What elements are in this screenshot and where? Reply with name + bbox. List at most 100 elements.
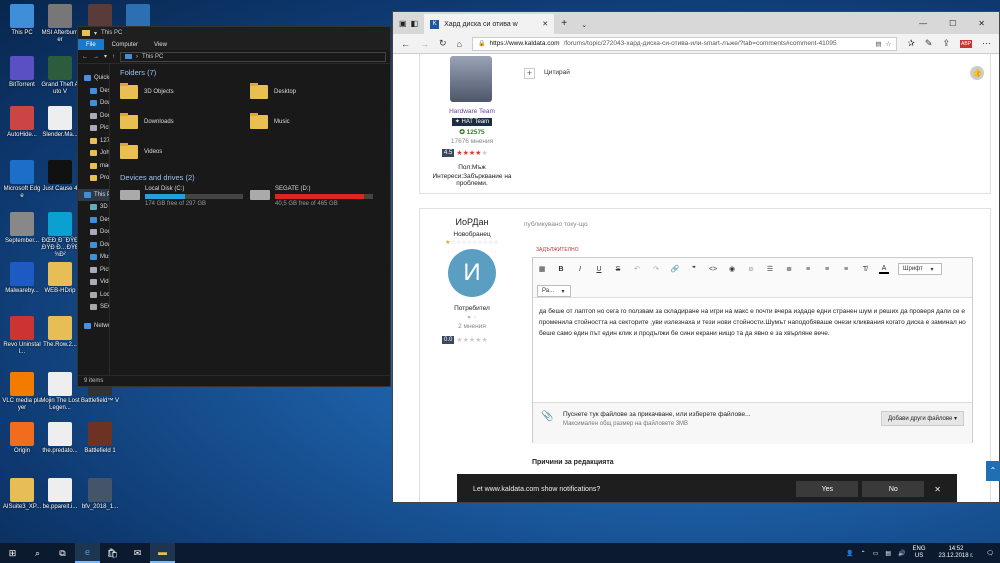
folders-section-header[interactable]: Folders (7) <box>120 68 380 77</box>
desktop-icon[interactable]: AutoHide... <box>2 106 42 139</box>
nav-item[interactable]: 3D Objects <box>78 201 109 214</box>
nav-item[interactable]: Videos <box>78 276 109 289</box>
nav-item[interactable]: Documents <box>78 226 109 239</box>
network-icon[interactable]: ▤ <box>885 550 891 557</box>
minimize-icon[interactable]: — <box>919 19 927 28</box>
drives-section-header[interactable]: Devices and drives (2) <box>120 173 380 182</box>
nav-item[interactable]: macOS_Unlocker_2... <box>78 160 109 173</box>
underline-icon[interactable]: U <box>594 266 604 273</box>
close-tab-icon[interactable]: ✕ <box>542 20 548 28</box>
multiquote-button[interactable]: + <box>524 68 535 79</box>
maximize-icon[interactable]: ☐ <box>949 19 956 28</box>
code-icon[interactable]: <> <box>708 266 718 273</box>
text-color-icon[interactable]: A <box>879 265 889 274</box>
store-icon[interactable]: 🛍 <box>100 543 125 563</box>
task-view-icon[interactable]: ⧉ <box>50 543 75 563</box>
notification-no-button[interactable]: No <box>862 481 925 497</box>
nav-item[interactable]: This PC <box>78 188 109 201</box>
nav-item[interactable]: 127.Hours.2010.480p <box>78 135 109 148</box>
numbered-list-icon[interactable]: ≣ <box>784 265 794 273</box>
notification-yes-button[interactable]: Yes <box>796 481 859 497</box>
forward-arrow-icon[interactable]: → <box>420 39 429 49</box>
desktop-icon[interactable]: The.Row.2... <box>40 316 80 349</box>
quote-icon[interactable]: ❞ <box>689 265 699 273</box>
folder-item[interactable]: Music <box>250 111 380 133</box>
close-icon[interactable]: ✕ <box>934 485 941 494</box>
bold-icon[interactable]: B <box>556 266 566 273</box>
desktop-icon[interactable]: This PC <box>2 4 42 37</box>
up-arrow-icon[interactable]: ↑ <box>112 54 115 60</box>
explorer-taskbar-icon[interactable]: ▬ <box>150 543 175 563</box>
font-select[interactable]: Шрифт ▾ <box>898 263 942 275</box>
ribbon-tab-computer[interactable]: Computer <box>104 41 146 49</box>
like-icon[interactable]: 👍 <box>970 66 984 80</box>
strikethrough-icon[interactable]: S <box>613 266 623 273</box>
align-right-icon[interactable]: ≡ <box>841 266 851 273</box>
redo-icon[interactable]: ↷ <box>651 265 661 273</box>
chevron-down-icon[interactable]: ⌄ <box>574 21 594 29</box>
folder-item[interactable]: Desktop <box>250 81 380 103</box>
reading-view-icon[interactable]: ▤ <box>875 40 881 48</box>
author-name[interactable]: ИоРДан <box>422 217 522 227</box>
language-indicator[interactable]: ENG US <box>913 546 926 560</box>
nav-item[interactable]: Johnny English Strik <box>78 147 109 160</box>
desktop-icon[interactable]: Mojin The Lost Legen... <box>40 372 80 412</box>
ribbon-tab-view[interactable]: View <box>146 41 175 49</box>
people-icon[interactable]: 👤 <box>846 550 853 557</box>
desktop-icon[interactable]: September... <box>2 212 42 245</box>
more-menu-icon[interactable]: ⋯ <box>982 38 991 49</box>
desktop-icon[interactable]: WEB-HDrip <box>40 262 80 295</box>
desktop-icon[interactable]: MSI Afterburner <box>40 4 80 44</box>
nav-item[interactable]: Quick access <box>78 72 109 85</box>
nav-item[interactable]: Local Disk (C:) <box>78 289 109 302</box>
volume-icon[interactable]: 🔊 <box>898 550 905 557</box>
nav-item[interactable]: Documents <box>78 110 109 123</box>
chevron-down-icon[interactable]: ▾ <box>104 53 107 60</box>
scroll-to-top-icon[interactable]: ⌃ <box>986 461 1000 481</box>
align-left-icon[interactable]: ≡ <box>803 266 813 273</box>
desktop-icon[interactable]: BitTorrent <box>2 56 42 89</box>
tabs-aside-icon[interactable]: ▣ <box>399 19 407 28</box>
mail-icon[interactable]: ✉ <box>125 543 150 563</box>
user-avatar[interactable] <box>450 56 492 102</box>
desktop-icon[interactable]: bfv_2018_1... <box>80 478 120 511</box>
nav-item[interactable]: SEGATE (D:) <box>78 301 109 314</box>
nav-item[interactable]: Music <box>78 251 109 264</box>
desktop-icon[interactable]: Slender.Ma... <box>40 106 80 139</box>
desktop-icon[interactable]: the.predato... <box>40 422 80 455</box>
link-icon[interactable]: 🔗 <box>670 265 680 273</box>
desktop-icon[interactable]: Just Cause 4 <box>40 160 80 193</box>
back-arrow-icon[interactable]: ← <box>82 54 88 60</box>
nav-item[interactable]: Downloads <box>78 239 109 252</box>
folder-item[interactable]: Downloads <box>120 111 250 133</box>
refresh-icon[interactable]: ↻ <box>439 38 447 49</box>
desktop-icon[interactable]: Origin <box>2 422 42 455</box>
desktop-icon[interactable]: VLC media player <box>2 372 42 412</box>
quote-button[interactable]: Цитирай <box>544 69 570 76</box>
add-files-button[interactable]: Добави други файлове ▾ <box>881 411 964 426</box>
ribbon-tab-file[interactable]: File <box>78 39 104 50</box>
browser-tab-active[interactable]: K Хард диска си отива w ✕ <box>424 14 555 34</box>
nav-item[interactable]: Pictures <box>78 122 109 135</box>
list-icon[interactable]: ☰ <box>765 265 775 273</box>
share-icon[interactable]: ⇪ <box>942 38 950 49</box>
new-tab-icon[interactable]: + <box>554 18 574 29</box>
nav-item[interactable]: Program Files (x86) <box>78 172 109 185</box>
desktop-icon[interactable]: Revo Uninstall... <box>2 316 42 356</box>
forward-arrow-icon[interactable]: → <box>93 54 99 60</box>
folder-item[interactable]: Videos <box>120 141 250 163</box>
pen-icon[interactable]: ✎ <box>925 38 933 49</box>
reply-textarea[interactable]: да беше от лаптоп но сега го ползвам за … <box>533 298 972 347</box>
desktop-icon[interactable]: Battlefield 1 <box>80 422 120 455</box>
nav-item[interactable]: Downloads <box>78 97 109 110</box>
favorites-icon[interactable]: ✰ <box>907 38 915 49</box>
display-icon[interactable]: ▭ <box>873 550 879 557</box>
chevron-up-icon[interactable]: ⌃ <box>861 550 866 557</box>
size-select[interactable]: Ра... ▾ <box>537 285 571 297</box>
nav-item[interactable]: Desktop <box>78 214 109 227</box>
close-window-icon[interactable]: ✕ <box>978 19 985 28</box>
drive-item[interactable]: SEGATE (D:) 40,5 GB free of 465 GB <box>250 186 380 207</box>
desktop-icon[interactable]: ÐŒÐ¸Ð¯ÐŸÐ‚ÐŸÐ Ð…ÐŸÐ¾Ð² <box>40 212 80 259</box>
source-icon[interactable]: ▦ <box>537 265 547 273</box>
nav-item[interactable]: Network <box>78 320 109 333</box>
